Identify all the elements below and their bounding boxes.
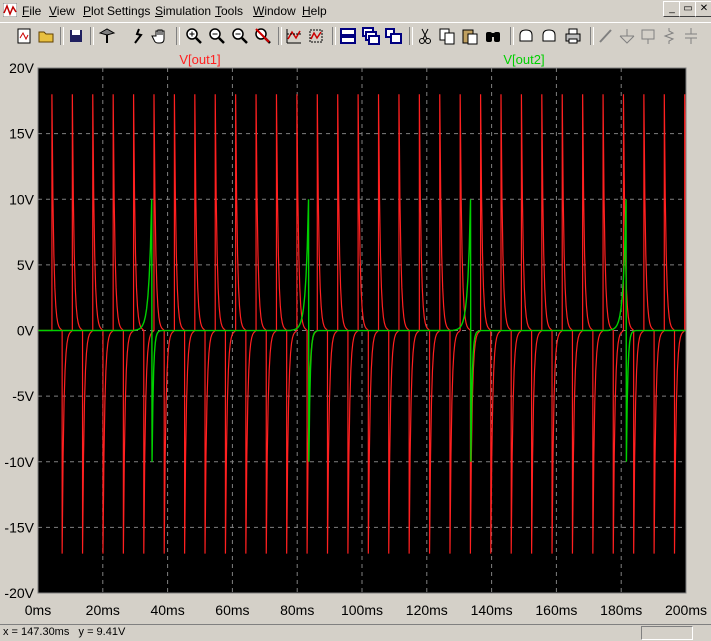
x-tick-label: 140ms bbox=[471, 602, 513, 618]
menu-window[interactable]: Window bbox=[253, 4, 296, 18]
label-icon[interactable] bbox=[638, 26, 658, 46]
toolbar-separator bbox=[60, 27, 64, 45]
toolbar-separator bbox=[409, 27, 413, 45]
new-schematic-icon[interactable] bbox=[14, 26, 34, 46]
waveform-viewer: 20V 15V 10V 5V 0V -5V -10V -15V -20V 0ms 20ms 40ms… bbox=[0, 49, 711, 624]
zoom-in-icon[interactable] bbox=[184, 26, 204, 46]
x-tick-label: 40ms bbox=[150, 602, 184, 618]
legend-v-out1[interactable]: V[out1] bbox=[179, 52, 220, 67]
resistor-icon[interactable] bbox=[659, 26, 679, 46]
capacitor-icon[interactable] bbox=[681, 26, 701, 46]
x-tick-label: 0ms bbox=[25, 602, 51, 618]
toolbar-separator bbox=[332, 27, 336, 45]
status-panel bbox=[641, 626, 693, 640]
toolbar-separator bbox=[176, 27, 180, 45]
app-icon[interactable] bbox=[3, 3, 17, 17]
menu-plot-settings[interactable]: Plot Settings bbox=[83, 4, 150, 18]
legend-v-out2[interactable]: V[out2] bbox=[503, 52, 544, 67]
y-tick-label: 10V bbox=[9, 191, 35, 207]
ground-icon[interactable] bbox=[617, 26, 637, 46]
x-tick-label: 180ms bbox=[600, 602, 642, 618]
y-tick-label: 5V bbox=[17, 257, 35, 273]
cut-icon[interactable] bbox=[415, 26, 435, 46]
control-panel-icon[interactable] bbox=[97, 26, 117, 46]
zoom-out-icon[interactable] bbox=[207, 26, 227, 46]
autorange-icon[interactable] bbox=[284, 26, 304, 46]
menu-simulation[interactable]: Simulation bbox=[155, 4, 211, 18]
close-button[interactable]: ✕ bbox=[695, 1, 711, 17]
x-tick-label: 100ms bbox=[341, 602, 383, 618]
x-tick-label: 20ms bbox=[86, 602, 120, 618]
toolbar-separator bbox=[278, 27, 282, 45]
cascade-icon[interactable] bbox=[361, 26, 381, 46]
menu-file[interactable]: File bbox=[22, 4, 41, 18]
tile-horizontal-icon[interactable] bbox=[338, 26, 358, 46]
toolbar-separator bbox=[510, 27, 514, 45]
y-tick-label: -15V bbox=[4, 519, 34, 535]
save-icon[interactable] bbox=[66, 26, 86, 46]
x-axis-ticks: 0ms 20ms 40ms 60ms 80ms 100ms 120ms 140ms 160ms 1… bbox=[25, 602, 707, 618]
wire-icon[interactable] bbox=[596, 26, 616, 46]
toolbar-separator bbox=[90, 27, 94, 45]
paste-icon[interactable] bbox=[460, 26, 480, 46]
find-icon[interactable] bbox=[483, 26, 503, 46]
menu-tools[interactable]: Tools bbox=[215, 4, 243, 18]
status-bar: x = 147.30ms y = 9.41V bbox=[0, 624, 711, 641]
menu-bar: File View Plot Settings Simulation Tools… bbox=[0, 0, 711, 22]
run-icon[interactable] bbox=[128, 26, 148, 46]
x-tick-label: 160ms bbox=[535, 602, 577, 618]
toolbar bbox=[0, 22, 711, 49]
pan-hand-icon[interactable] bbox=[150, 26, 170, 46]
x-tick-label: 60ms bbox=[215, 602, 249, 618]
print-icon[interactable] bbox=[563, 26, 583, 46]
copy-icon[interactable] bbox=[437, 26, 457, 46]
y-tick-label: -10V bbox=[4, 454, 34, 470]
zoom-full-icon[interactable] bbox=[230, 26, 250, 46]
x-tick-label: 200ms bbox=[665, 602, 707, 618]
y-tick-label: -20V bbox=[4, 585, 34, 601]
open-icon[interactable] bbox=[36, 26, 56, 46]
menu-help[interactable]: Help bbox=[302, 4, 327, 18]
x-tick-label: 120ms bbox=[406, 602, 448, 618]
plot-legend: V[out1] V[out2] bbox=[179, 52, 544, 67]
waveform-chart[interactable]: 20V 15V 10V 5V 0V -5V -10V -15V -20V 0ms 20ms 40ms… bbox=[0, 49, 711, 624]
y-tick-label: 15V bbox=[9, 126, 35, 142]
tile-vertical-icon[interactable] bbox=[384, 26, 404, 46]
redo-icon[interactable] bbox=[539, 26, 559, 46]
vertical-autorange-icon[interactable] bbox=[306, 26, 326, 46]
x-tick-label: 80ms bbox=[280, 602, 314, 618]
cancel-zoom-icon[interactable] bbox=[253, 26, 273, 46]
y-tick-label: 0V bbox=[17, 323, 35, 339]
y-tick-label: -5V bbox=[12, 388, 34, 404]
toolbar-separator bbox=[590, 27, 594, 45]
undo-icon[interactable] bbox=[516, 26, 536, 46]
cursor-readout: x = 147.30ms y = 9.41V bbox=[3, 626, 126, 638]
menu-view[interactable]: View bbox=[49, 4, 75, 18]
y-axis-ticks: 20V 15V 10V 5V 0V -5V -10V -15V -20V bbox=[4, 60, 34, 601]
y-tick-label: 20V bbox=[9, 60, 35, 76]
